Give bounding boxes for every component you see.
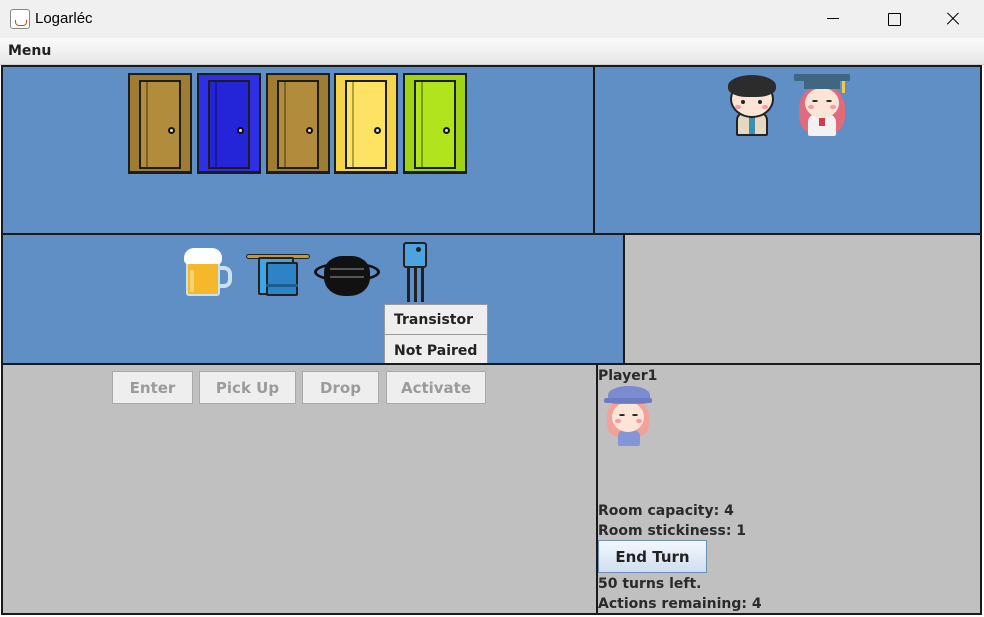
door-gold-1[interactable] bbox=[128, 73, 192, 174]
turns-left-label: 50 turns left. bbox=[598, 576, 702, 592]
characters-panel bbox=[593, 65, 982, 235]
empty-panel bbox=[623, 233, 982, 365]
items-panel bbox=[1, 233, 625, 365]
student-boy-icon[interactable] bbox=[724, 74, 780, 138]
enter-button[interactable]: Enter bbox=[112, 371, 193, 404]
door-lime[interactable] bbox=[403, 73, 467, 174]
towel-icon[interactable] bbox=[246, 248, 310, 298]
activate-button[interactable]: Activate bbox=[386, 371, 486, 404]
student-girl-graduate-icon[interactable] bbox=[794, 72, 850, 138]
menu-menu[interactable]: Menu bbox=[8, 43, 51, 59]
java-app-icon bbox=[10, 9, 30, 29]
close-button[interactable] bbox=[930, 0, 976, 38]
face-mask-icon[interactable] bbox=[314, 252, 380, 298]
beer-mug-icon[interactable] bbox=[182, 246, 236, 300]
player-name: Player1 bbox=[598, 368, 658, 384]
window-title: Logarléc bbox=[35, 10, 93, 27]
door-gold-2[interactable] bbox=[266, 73, 330, 174]
drop-button[interactable]: Drop bbox=[302, 371, 379, 404]
door-blue[interactable] bbox=[197, 73, 261, 174]
room-stickiness-label: Room stickiness: 1 bbox=[598, 523, 747, 539]
door-yellow[interactable] bbox=[334, 73, 398, 174]
actions-remaining-label: Actions remaining: 4 bbox=[598, 596, 762, 612]
pick-up-button[interactable]: Pick Up bbox=[199, 371, 296, 404]
room-capacity-label: Room capacity: 4 bbox=[598, 503, 734, 519]
popup-item-status[interactable]: Not Paired bbox=[385, 336, 487, 366]
maximize-button[interactable] bbox=[871, 0, 917, 38]
popup-item-title[interactable]: Transistor bbox=[385, 305, 487, 335]
item-popup-menu: Transistor Not Paired bbox=[384, 304, 488, 367]
title-bar: Logarléc bbox=[0, 0, 984, 38]
player-avatar-icon bbox=[604, 384, 654, 448]
menu-bar: Menu bbox=[0, 38, 984, 65]
actions-panel bbox=[1, 363, 599, 615]
minimize-button[interactable] bbox=[810, 0, 856, 38]
transistor-icon[interactable] bbox=[400, 240, 430, 304]
end-turn-button[interactable]: End Turn bbox=[598, 540, 707, 573]
